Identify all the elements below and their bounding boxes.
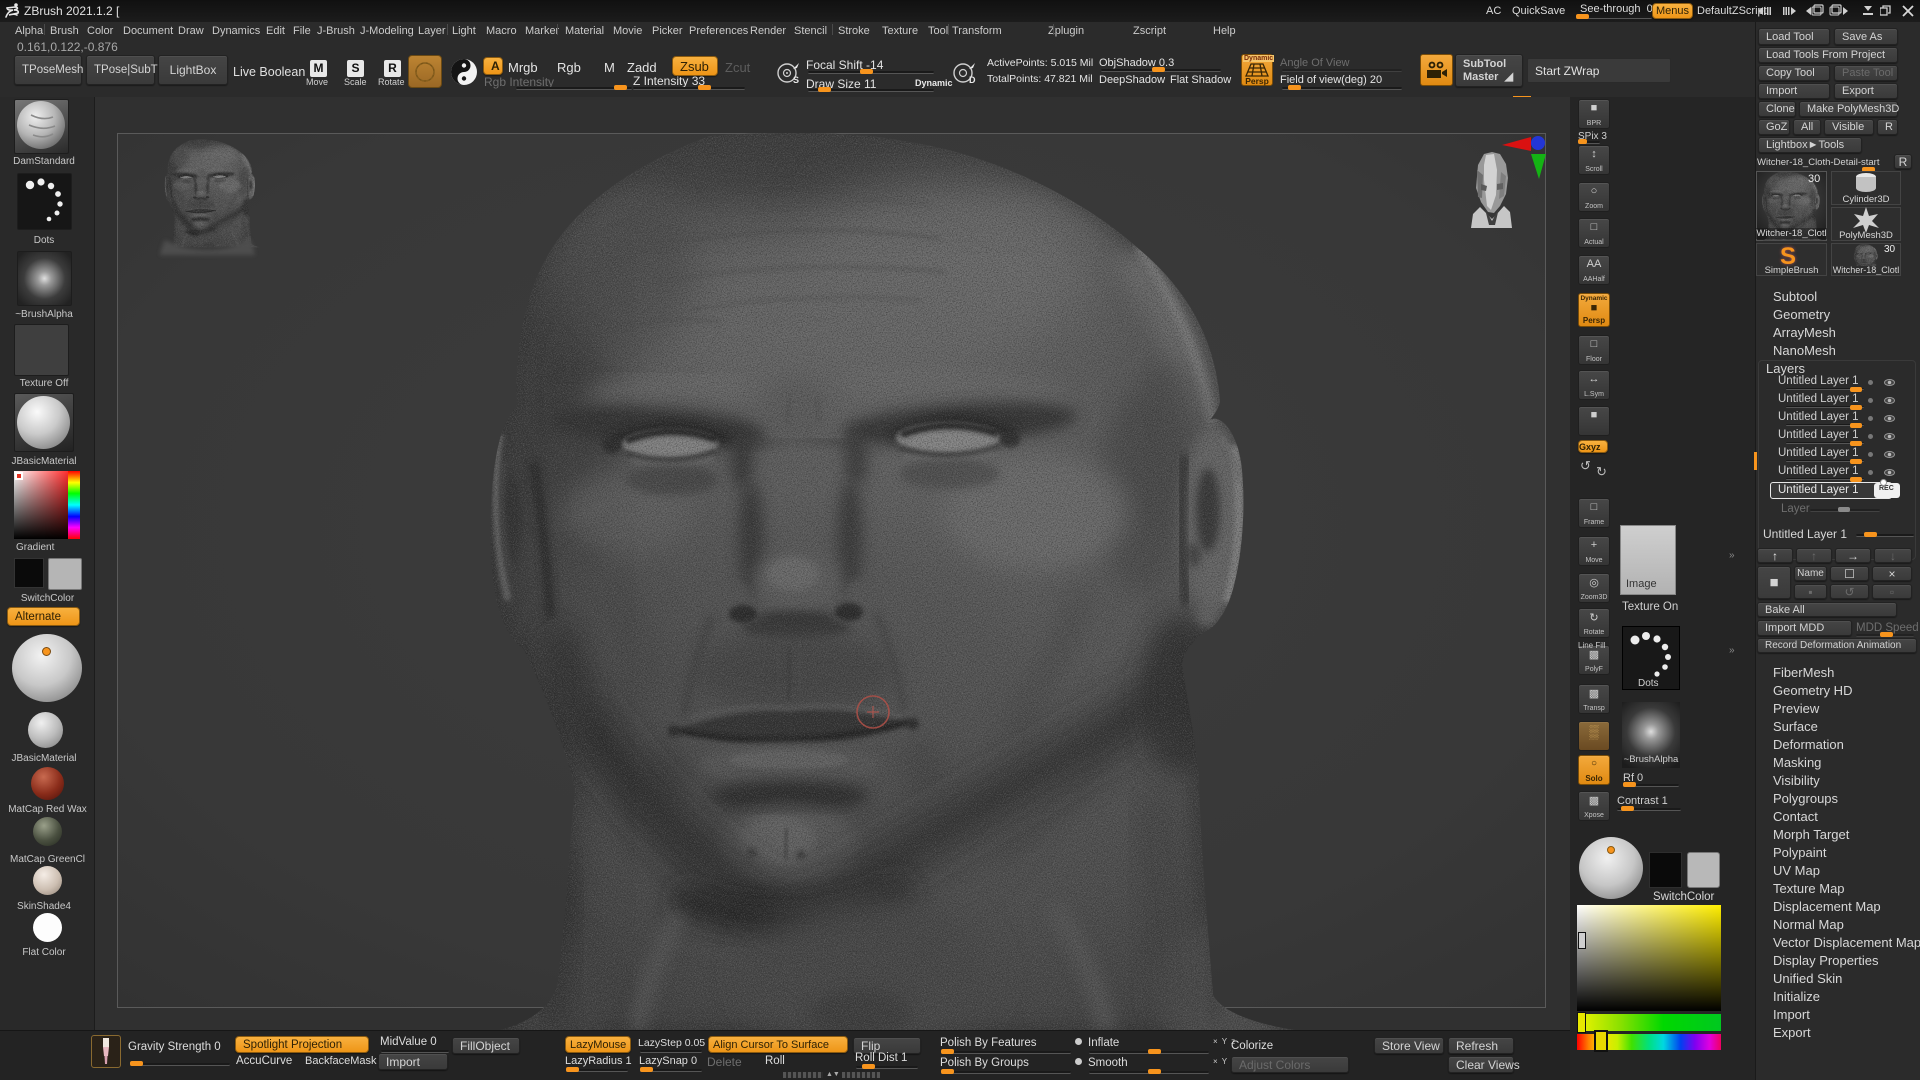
svg-text:S: S: [793, 75, 799, 85]
svg-text:Dots: Dots: [1638, 678, 1659, 689]
svg-text:D: D: [969, 75, 976, 85]
